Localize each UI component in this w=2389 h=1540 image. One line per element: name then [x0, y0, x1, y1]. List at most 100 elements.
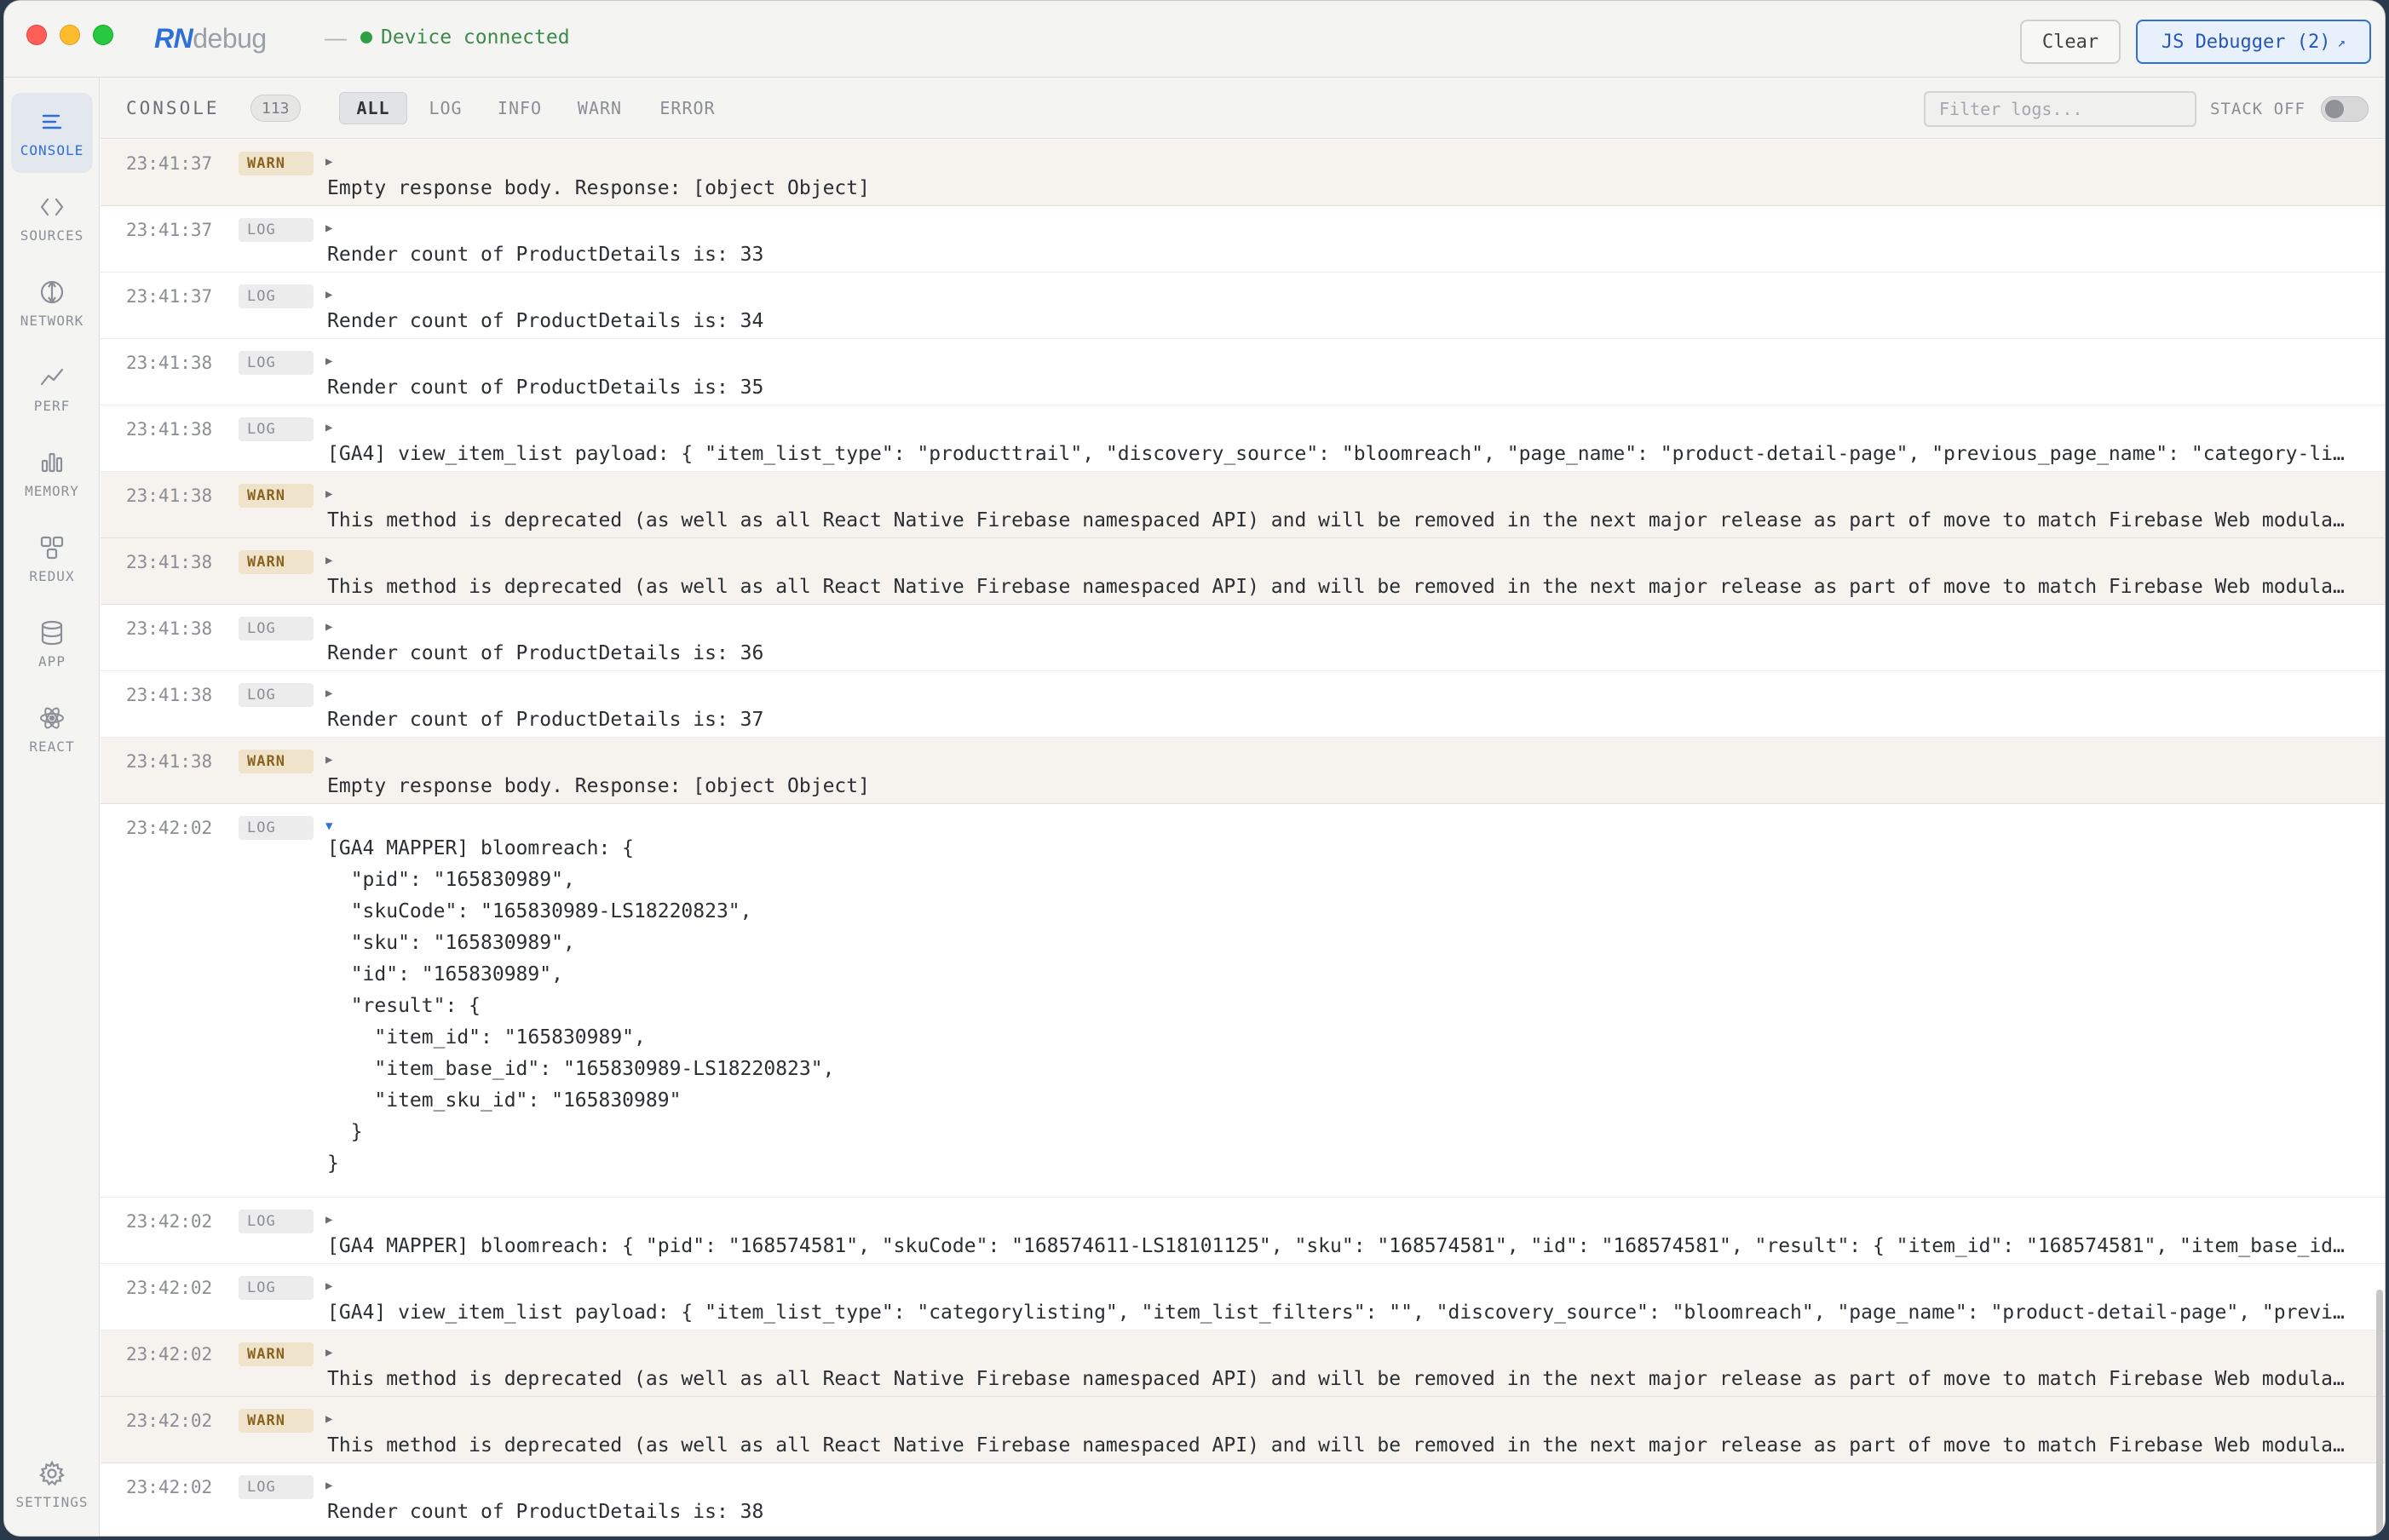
log-message: Render count of ProductDetails is: 38 — [327, 1501, 764, 1523]
log-message: Render count of ProductDetails is: 37 — [327, 709, 764, 731]
expand-caret-icon[interactable]: ▶ — [325, 554, 332, 567]
log-row[interactable]: 23:42:02 LOG ▶ [GA4 MAPPER] bloomreach: … — [101, 1198, 2385, 1264]
log-timestamp: 23:42:02 — [126, 1411, 213, 1431]
log-message: [GA4 MAPPER] bloomreach: { "pid": "16857… — [327, 1235, 2351, 1257]
tab-info[interactable]: INFO — [486, 92, 554, 124]
log-row[interactable]: 23:42:02 WARN ▶ This method is deprecate… — [101, 1330, 2385, 1397]
stack-toggle[interactable] — [2321, 96, 2369, 122]
log-level-badge: LOG — [239, 218, 314, 242]
redux-icon — [40, 536, 64, 559]
log-timestamp: 23:42:02 — [126, 1211, 213, 1232]
log-timestamp: 23:41:38 — [126, 486, 213, 506]
scrollbar-thumb[interactable] — [2376, 1290, 2383, 1536]
expand-caret-icon[interactable]: ▶ — [325, 288, 332, 302]
log-row[interactable]: 23:41:37 WARN ▶ Empty response body. Res… — [101, 140, 2385, 206]
log-row-expanded[interactable]: 23:42:02 LOG ▼ [GA4 MAPPER] bloomreach: … — [101, 804, 2385, 1198]
panel-title: CONSOLE — [126, 98, 220, 118]
expand-caret-icon[interactable]: ▶ — [325, 1279, 332, 1293]
minimize-window-button[interactable] — [60, 25, 80, 45]
stack-toggle-label: STACK OFF — [2210, 100, 2306, 118]
log-level-badge: WARN — [239, 1342, 314, 1366]
code-icon — [40, 198, 64, 215]
log-timestamp: 23:41:37 — [126, 153, 213, 174]
filter-logs-input[interactable] — [1924, 91, 2196, 127]
sidebar-item-label: REDUX — [29, 567, 75, 584]
sidebar: CONSOLE SOURCES NETWORK PERF MEMORY REDU… — [4, 78, 100, 1536]
tab-all[interactable]: ALL — [339, 92, 407, 124]
trend-icon — [40, 368, 64, 385]
sidebar-item-sources[interactable]: SOURCES — [11, 178, 93, 258]
log-message: Empty response body. Response: [object O… — [327, 775, 870, 797]
log-list: 23:41:37 WARN ▶ Empty response body. Res… — [101, 140, 2385, 1536]
log-timestamp: 23:41:38 — [126, 419, 213, 440]
log-row[interactable]: 23:41:38 WARN ▶ This method is deprecate… — [101, 472, 2385, 538]
log-level-badge: LOG — [239, 417, 314, 441]
sidebar-item-redux[interactable]: REDUX — [11, 519, 93, 599]
log-row[interactable]: 23:41:38 WARN ▶ This method is deprecate… — [101, 538, 2385, 605]
sidebar-item-console[interactable]: CONSOLE — [11, 93, 93, 173]
expand-caret-icon[interactable]: ▶ — [325, 753, 332, 767]
log-level-badge: LOG — [239, 683, 314, 707]
database-icon — [41, 620, 63, 645]
log-timestamp: 23:41:38 — [126, 552, 213, 572]
expand-caret-icon[interactable]: ▶ — [325, 487, 332, 501]
zoom-window-button[interactable] — [93, 25, 113, 45]
log-row[interactable]: 23:41:38 LOG ▶ Render count of ProductDe… — [101, 671, 2385, 738]
tab-log[interactable]: LOG — [417, 92, 474, 124]
sidebar-item-react[interactable]: REACT — [11, 689, 93, 769]
log-level-badge: WARN — [239, 750, 314, 773]
log-level-badge: LOG — [239, 1475, 314, 1499]
log-row[interactable]: 23:42:02 LOG ▶ [GA4] view_item_list payl… — [101, 1264, 2385, 1330]
collapse-caret-icon[interactable]: ▼ — [325, 819, 332, 833]
expand-caret-icon[interactable]: ▶ — [325, 620, 332, 634]
expand-caret-icon[interactable]: ▶ — [325, 1213, 332, 1227]
window-controls — [26, 25, 113, 45]
log-row[interactable]: 23:41:38 LOG ▶ Render count of ProductDe… — [101, 605, 2385, 671]
js-debugger-button[interactable]: JS Debugger (2) ↗ — [2136, 20, 2371, 64]
js-debugger-label: JS Debugger (2) — [2161, 31, 2331, 53]
log-timestamp: 23:41:38 — [126, 353, 213, 373]
external-link-icon: ↗ — [2337, 33, 2346, 50]
log-row[interactable]: 23:41:38 LOG ▶ Render count of ProductDe… — [101, 339, 2385, 405]
log-message: Render count of ProductDetails is: 35 — [327, 376, 764, 399]
log-timestamp: 23:41:37 — [126, 220, 213, 240]
react-icon — [40, 706, 64, 729]
sidebar-item-label: CONSOLE — [20, 141, 84, 158]
log-row[interactable]: 23:41:38 WARN ▶ Empty response body. Res… — [101, 738, 2385, 804]
expand-caret-icon[interactable]: ▶ — [325, 354, 332, 368]
log-message: [GA4] view_item_list payload: { "item_li… — [327, 1302, 2351, 1324]
expand-caret-icon[interactable]: ▶ — [325, 1346, 332, 1359]
toggle-knob — [2325, 100, 2344, 118]
sidebar-item-settings[interactable]: SETTINGS — [11, 1445, 93, 1525]
sidebar-item-memory[interactable]: MEMORY — [11, 434, 93, 514]
log-row[interactable]: 23:41:38 LOG ▶ [GA4] view_item_list payl… — [101, 405, 2385, 472]
log-timestamp: 23:42:02 — [126, 1278, 213, 1298]
tab-warn[interactable]: WARN — [566, 92, 634, 124]
log-row[interactable]: 23:42:02 WARN ▶ This method is deprecate… — [101, 1397, 2385, 1463]
log-timestamp: 23:41:37 — [126, 286, 213, 307]
log-timestamp: 23:41:38 — [126, 618, 213, 639]
sidebar-item-perf[interactable]: PERF — [11, 348, 93, 428]
log-row[interactable]: 23:41:37 LOG ▶ Render count of ProductDe… — [101, 206, 2385, 273]
log-row[interactable]: 23:42:02 LOG ▶ Render count of ProductDe… — [101, 1463, 2385, 1536]
title-bar: RNdebug — Device connected Clear JS Debu… — [4, 1, 2385, 78]
sidebar-item-network[interactable]: NETWORK — [11, 263, 93, 343]
close-window-button[interactable] — [26, 25, 47, 45]
log-timestamp: 23:42:02 — [126, 1477, 213, 1497]
clear-button[interactable]: Clear — [2020, 20, 2121, 64]
log-level-badge: LOG — [239, 1276, 314, 1300]
tab-error[interactable]: ERROR — [648, 92, 728, 124]
sidebar-item-app[interactable]: APP — [11, 604, 93, 684]
expand-caret-icon[interactable]: ▶ — [325, 687, 332, 700]
expand-caret-icon[interactable]: ▶ — [325, 1479, 332, 1492]
log-level-badge: LOG — [239, 351, 314, 375]
expand-caret-icon[interactable]: ▶ — [325, 155, 332, 169]
log-timestamp: 23:42:02 — [126, 1344, 213, 1365]
sidebar-item-label: NETWORK — [20, 312, 84, 329]
expand-caret-icon[interactable]: ▶ — [325, 1412, 332, 1426]
app-logo: RNdebug — [154, 23, 267, 54]
connection-status-label: Device connected — [381, 26, 570, 49]
log-row[interactable]: 23:41:37 LOG ▶ Render count of ProductDe… — [101, 273, 2385, 339]
expand-caret-icon[interactable]: ▶ — [325, 221, 332, 235]
expand-caret-icon[interactable]: ▶ — [325, 421, 332, 434]
